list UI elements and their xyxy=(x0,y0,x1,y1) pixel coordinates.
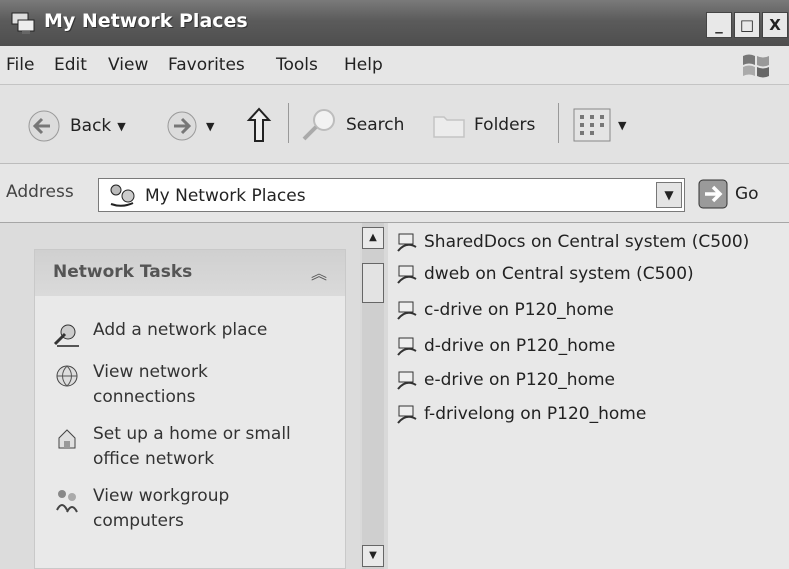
task-setup-home-network[interactable]: Set up a home or small office network xyxy=(53,422,313,472)
address-bar: Address My Network Places ▼ Go xyxy=(0,164,789,223)
address-label: Address xyxy=(6,182,74,202)
up-folder-button[interactable] xyxy=(244,105,274,145)
share-name: SharedDocs on Central system (C500) xyxy=(424,232,750,252)
list-item[interactable]: SharedDocs on Central system (C500) xyxy=(396,231,749,253)
share-name: d-drive on P120_home xyxy=(424,336,616,356)
share-name: f-drivelong on P120_home xyxy=(424,404,647,424)
network-share-icon xyxy=(397,405,417,424)
address-dropdown-button[interactable]: ▼ xyxy=(656,182,682,208)
search-icon xyxy=(302,109,335,141)
task-add-network-place[interactable]: Add a network place xyxy=(53,318,267,348)
toolbar-separator xyxy=(288,103,289,143)
chevron-down-icon[interactable]: ▼ xyxy=(206,120,214,133)
close-button[interactable]: X xyxy=(762,12,788,38)
back-label: Back xyxy=(70,116,112,136)
back-button[interactable]: Back ▼ xyxy=(24,109,126,143)
scroll-thumb[interactable] xyxy=(362,263,384,303)
go-arrow-icon xyxy=(698,179,728,209)
windows-logo-icon xyxy=(743,54,769,78)
list-item[interactable]: dweb on Central system (C500) xyxy=(396,263,694,285)
forward-button[interactable]: ▼ xyxy=(164,109,214,143)
menu-bar: File Edit View Favorites Tools Help xyxy=(0,46,789,85)
network-share-icon xyxy=(397,301,417,320)
folders-label: Folders xyxy=(474,115,536,135)
task-view-network-connections[interactable]: View network connections xyxy=(53,360,263,410)
network-tasks-title: Network Tasks xyxy=(53,262,193,282)
network-places-icon xyxy=(110,184,135,207)
views-icon xyxy=(573,108,611,142)
toolbar-separator xyxy=(558,103,559,143)
task-label: Set up a home or small office network xyxy=(93,424,291,469)
share-name: e-drive on P120_home xyxy=(424,370,615,390)
folders-icon xyxy=(433,116,465,138)
network-connections-icon xyxy=(56,365,78,387)
task-pane: Network Tasks ︽ Add a network place View… xyxy=(0,223,360,569)
maximize-button[interactable]: □ xyxy=(734,12,760,38)
task-label: View workgroup computers xyxy=(93,486,230,531)
list-item[interactable]: e-drive on P120_home xyxy=(396,369,615,391)
list-item[interactable]: c-drive on P120_home xyxy=(396,299,614,321)
scroll-up-button[interactable]: ▲ xyxy=(362,227,384,249)
network-places-icon xyxy=(11,12,35,34)
search-label: Search xyxy=(346,115,405,135)
menu-view[interactable]: View xyxy=(108,55,148,75)
menu-favorites[interactable]: Favorites xyxy=(168,55,245,75)
minimize-button[interactable]: _ xyxy=(706,12,732,38)
window-title: My Network Places xyxy=(44,10,248,32)
menu-file[interactable]: File xyxy=(6,55,34,75)
share-name: dweb on Central system (C500) xyxy=(424,264,694,284)
forward-arrow-icon xyxy=(167,111,197,141)
scroll-down-button[interactable]: ▼ xyxy=(362,545,384,567)
network-share-icon xyxy=(397,371,417,390)
task-view-workgroup-computers[interactable]: View workgroup computers xyxy=(53,484,253,534)
home-network-icon xyxy=(58,429,76,449)
network-tasks-header[interactable]: Network Tasks ︽ xyxy=(35,250,345,296)
network-share-icon xyxy=(397,337,417,356)
up-arrow-icon xyxy=(246,107,272,142)
title-bar: My Network Places _ □ X xyxy=(0,0,789,46)
list-item[interactable]: d-drive on P120_home xyxy=(396,335,615,357)
go-button[interactable]: Go xyxy=(697,178,759,210)
chevron-down-icon[interactable]: ▼ xyxy=(618,119,626,132)
menu-tools[interactable]: Tools xyxy=(276,55,318,75)
share-name: c-drive on P120_home xyxy=(424,300,614,320)
task-label: View network connections xyxy=(93,362,208,407)
network-places-list: SharedDocs on Central system (C500) dweb… xyxy=(388,223,789,569)
network-share-icon xyxy=(397,265,417,284)
go-label: Go xyxy=(735,184,759,204)
menu-edit[interactable]: Edit xyxy=(54,55,87,75)
network-share-icon xyxy=(397,233,417,252)
address-input[interactable]: My Network Places ▼ xyxy=(98,178,685,212)
collapse-chevron-icon[interactable]: ︽ xyxy=(311,260,327,284)
back-arrow-icon xyxy=(28,110,60,142)
network-tasks-panel: Network Tasks ︽ Add a network place View… xyxy=(34,249,346,569)
folders-button[interactable]: Folders xyxy=(430,107,535,143)
list-item[interactable]: f-drivelong on P120_home xyxy=(396,403,646,425)
chevron-down-icon[interactable]: ▼ xyxy=(117,120,125,133)
task-label: Add a network place xyxy=(93,320,268,340)
views-button[interactable]: ▼ xyxy=(572,107,626,143)
address-value: My Network Places xyxy=(145,186,306,206)
workgroup-computers-icon xyxy=(56,490,78,513)
add-network-place-icon xyxy=(53,324,79,347)
toolbar: Back ▼ ▼ Search Folders ▼ xyxy=(0,85,789,164)
menu-help[interactable]: Help xyxy=(344,55,383,75)
search-button[interactable]: Search xyxy=(300,107,404,143)
vertical-scrollbar[interactable]: ▲ ▼ xyxy=(362,223,384,569)
